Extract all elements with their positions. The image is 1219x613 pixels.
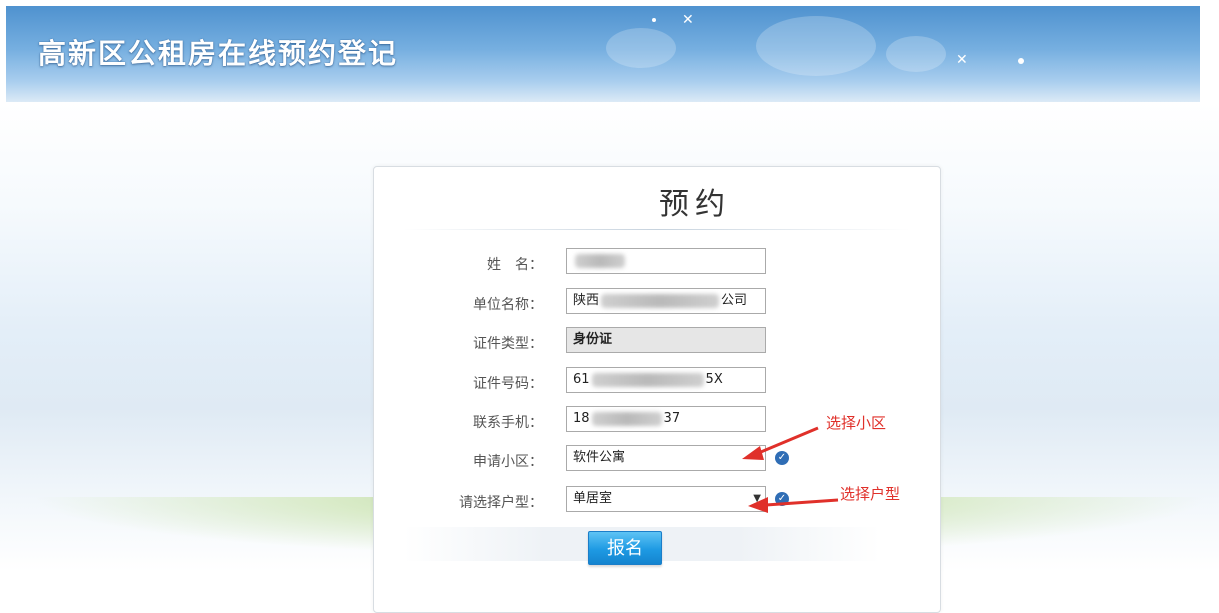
sparkle-icon: ✕ — [682, 12, 694, 28]
site-title: 高新区公租房在线预约登记 — [38, 37, 399, 70]
dot-decoration — [652, 18, 656, 22]
phone-input[interactable]: 18 37 — [566, 406, 766, 432]
cloud-decoration — [606, 28, 676, 68]
phone-label: 联系手机： — [473, 415, 543, 431]
check-circle-icon: ✓ — [775, 492, 789, 506]
title-divider — [404, 229, 910, 230]
check-circle-icon: ✓ — [775, 451, 789, 465]
sparkle-icon: ✕ — [956, 52, 968, 68]
community-row: 申请小区： 软件公寓 ✓ — [374, 445, 940, 475]
redacted-text — [591, 411, 662, 426]
community-label: 申请小区： — [473, 454, 543, 470]
phone-value-suffix: 37 — [663, 411, 681, 426]
id-number-label: 证件号码： — [473, 376, 543, 392]
cloud-decoration — [756, 16, 876, 76]
redacted-text — [591, 372, 704, 387]
redacted-text — [601, 293, 720, 308]
annotation-select-community: 选择小区 — [826, 414, 887, 432]
annotation-select-room-type: 选择户型 — [840, 485, 901, 503]
id-number-row: 证件号码： 61 5X — [374, 367, 940, 397]
company-value-suffix: 公司 — [721, 293, 748, 308]
room-type-label: 请选择户型： — [459, 495, 543, 511]
room-type-select[interactable]: 单居室 ▼ — [566, 486, 766, 512]
company-row: 单位名称： 陕西 公司 — [374, 288, 940, 318]
site-header: ✕ ✕ 高新区公租房在线预约登记 — [6, 6, 1200, 102]
id-type-label: 证件类型： — [473, 336, 543, 352]
community-select[interactable]: 软件公寓 — [566, 445, 766, 471]
id-type-input: 身份证 — [566, 327, 766, 353]
redacted-text — [575, 253, 625, 268]
chevron-down-icon[interactable]: ▼ — [753, 487, 761, 511]
id-number-value-prefix: 61 — [573, 372, 590, 387]
name-row: 姓 名： — [374, 248, 940, 278]
name-label: 姓 名： — [487, 257, 543, 273]
community-value: 软件公寓 — [573, 450, 626, 465]
form-title: 预约 — [659, 187, 731, 222]
id-type-row: 证件类型： 身份证 — [374, 327, 940, 357]
dot-decoration — [1018, 58, 1024, 64]
cloud-decoration — [886, 36, 946, 72]
submit-button[interactable]: 报名 — [588, 531, 662, 565]
id-number-input[interactable]: 61 5X — [566, 367, 766, 393]
name-input[interactable] — [566, 248, 766, 274]
id-number-value-suffix: 5X — [705, 372, 723, 387]
phone-value-prefix: 18 — [573, 411, 590, 426]
company-input[interactable]: 陕西 公司 — [566, 288, 766, 314]
company-label: 单位名称： — [473, 297, 543, 313]
company-value-prefix: 陕西 — [573, 293, 600, 308]
room-type-value: 单居室 — [573, 491, 613, 506]
booking-form: 预约 姓 名： 单位名称： 陕西 公司 证件类型： 身份证 证件号码： 61 5X … — [373, 166, 941, 613]
